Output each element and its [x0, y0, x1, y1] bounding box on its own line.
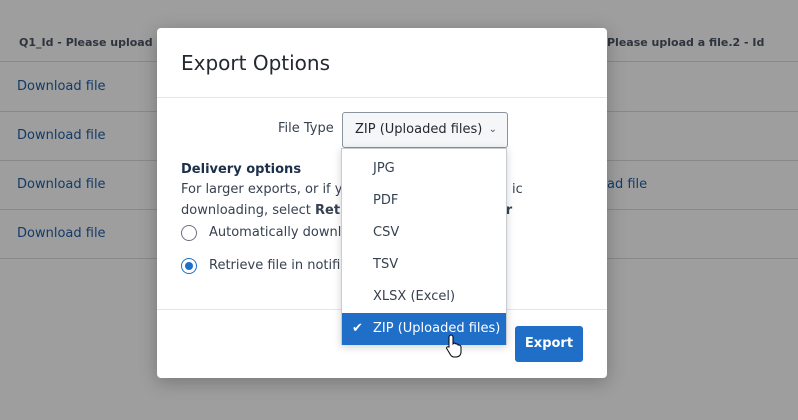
- radio-label: Retrieve file in notifica: [209, 258, 356, 273]
- file-type-label: File Type: [278, 121, 334, 136]
- radio-dot: [185, 262, 193, 270]
- file-type-select[interactable]: ZIP (Uploaded files) ⌄: [342, 112, 508, 148]
- chevron-down-icon: ⌄: [488, 124, 497, 135]
- delivery-description-line2-prefix: downloading, select: [181, 203, 315, 218]
- modal-title: Export Options: [181, 51, 330, 75]
- delivery-description-line1: For larger exports, or if yo: [181, 182, 351, 197]
- dropdown-option-zip-label: ZIP (Uploaded files): [373, 321, 501, 336]
- dropdown-option-jpg[interactable]: JPG: [342, 153, 506, 185]
- hand-cursor-icon: [446, 334, 462, 358]
- dropdown-option-tsv[interactable]: TSV: [342, 249, 506, 281]
- radio-label: Automatically downlo: [209, 225, 350, 240]
- dropdown-option-zip[interactable]: ✔ ZIP (Uploaded files): [342, 313, 506, 345]
- export-button[interactable]: Export: [515, 326, 583, 362]
- radio-button-checked[interactable]: [181, 258, 197, 274]
- dropdown-option-xlsx[interactable]: XLSX (Excel): [342, 281, 506, 313]
- dropdown-option-csv[interactable]: CSV: [342, 217, 506, 249]
- delivery-options-title: Delivery options: [181, 162, 302, 177]
- checkmark-icon: ✔: [352, 321, 363, 336]
- dropdown-option-pdf[interactable]: PDF: [342, 185, 506, 217]
- delivery-description-line2: downloading, select Retri: [181, 203, 351, 218]
- divider: [157, 97, 607, 98]
- file-type-select-value: ZIP (Uploaded files): [355, 122, 483, 137]
- delivery-description-line1-tail: ic: [512, 182, 523, 197]
- radio-button[interactable]: [181, 225, 197, 241]
- file-type-dropdown: JPG PDF CSV TSV XLSX (Excel) ✔ ZIP (Uplo…: [341, 148, 507, 345]
